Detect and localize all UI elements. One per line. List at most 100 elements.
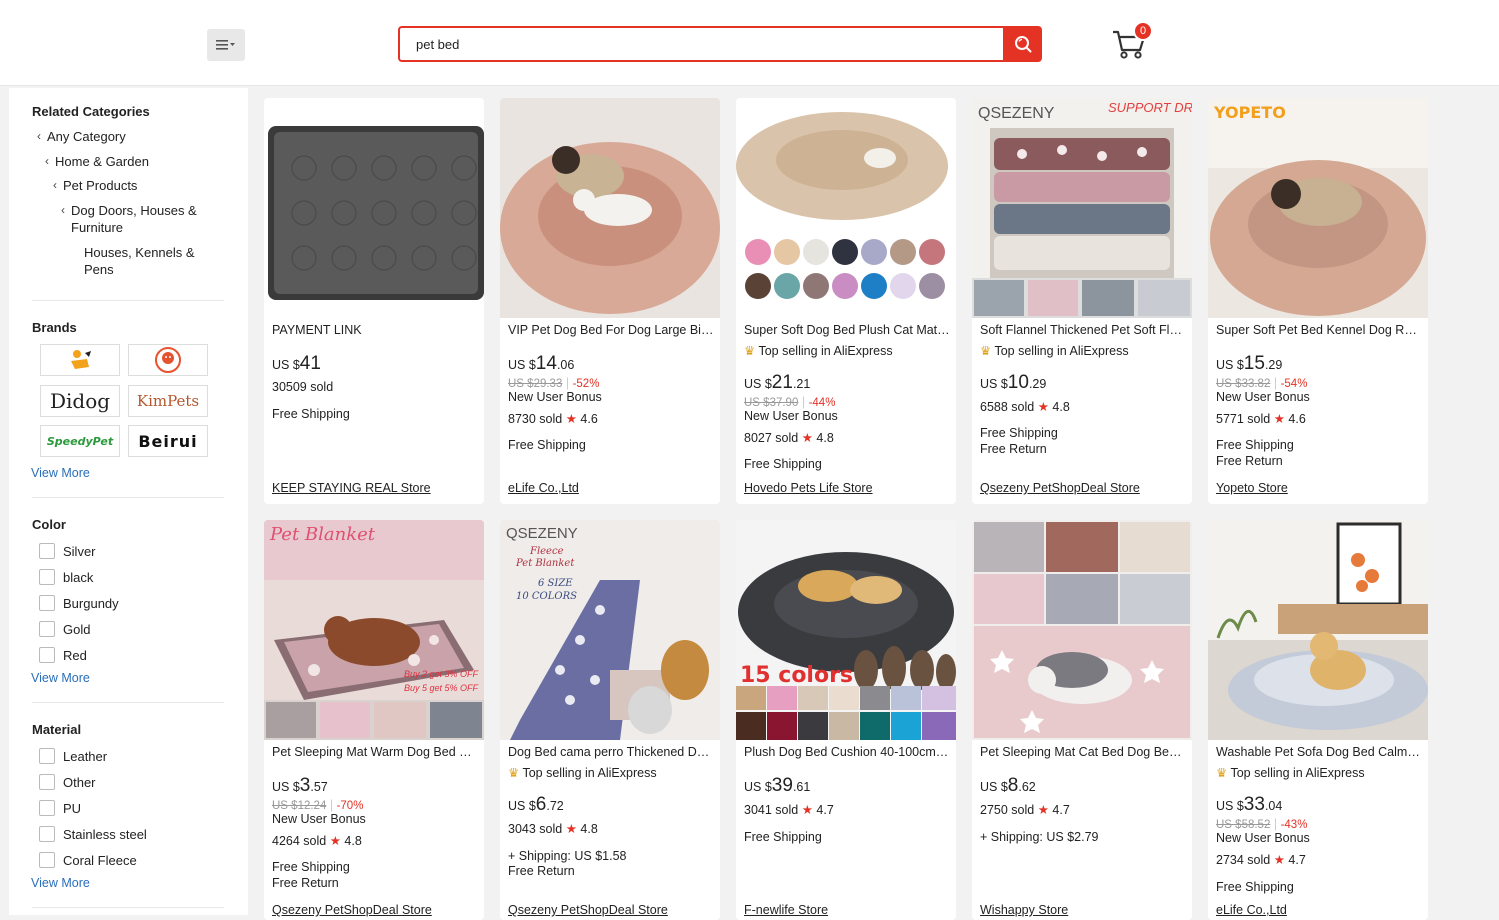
product-title[interactable]: Plush Dog Bed Cushion 40-100cm Round Pet…: [744, 745, 950, 759]
product-card[interactable]: YOPETO Super Soft Pet Bed Kennel Dog Rou…: [1208, 98, 1428, 504]
product-image[interactable]: [500, 98, 720, 318]
sold-and-rating: 5771 sold ★ 4.6: [1216, 412, 1306, 426]
product-card[interactable]: QSEZENY SUPPORT DROPSHIPPING Soft Flanne…: [972, 98, 1192, 504]
product-card[interactable]: Washable Pet Sofa Dog Bed Calming Bed Fo…: [1208, 520, 1428, 920]
store-link[interactable]: eLife Co.,Ltd: [508, 481, 714, 495]
product-image[interactable]: 15 colors: [736, 520, 956, 740]
star-icon: ★: [1037, 400, 1049, 414]
product-title[interactable]: PAYMENT LINK: [272, 323, 478, 337]
product-price: US $21.21: [744, 372, 811, 393]
original-price: US $37.90 | -44%: [744, 395, 836, 409]
star-icon: ★: [1037, 803, 1049, 817]
category-menu-button[interactable]: [207, 29, 245, 61]
star-icon: ★: [565, 412, 577, 426]
brand-speedypet[interactable]: SpeedyPet: [40, 425, 120, 457]
svg-text:10 COLORS: 10 COLORS: [516, 591, 577, 602]
brand-kimpets[interactable]: KimPets: [128, 385, 208, 417]
material-option-other[interactable]: Other: [39, 774, 96, 790]
brand-yopeto[interactable]: [40, 344, 120, 376]
svg-text:Fleece: Fleece: [529, 546, 564, 557]
brand-didog[interactable]: Didog: [40, 385, 120, 417]
category-any[interactable]: ‹ Any Category: [37, 128, 126, 145]
category-dog-doors[interactable]: ‹ Dog Doors, Houses & Furniture: [61, 202, 221, 236]
original-price: US $29.33 | -52%: [508, 376, 600, 390]
store-link[interactable]: Qsezeny PetShopDeal Store: [980, 481, 1186, 495]
color-option-red[interactable]: Red: [39, 647, 87, 663]
category-houses-kennels[interactable]: Houses, Kennels & Pens: [84, 244, 224, 278]
product-card[interactable]: Pet Sleeping Mat Cat Bed Dog Bed Blanket…: [972, 520, 1192, 920]
product-title[interactable]: Washable Pet Sofa Dog Bed Calming Bed Fo…: [1216, 745, 1422, 759]
star-icon: ★: [1273, 853, 1285, 867]
color-option-burgundy[interactable]: Burgundy: [39, 595, 119, 611]
material-option-pu[interactable]: PU: [39, 800, 81, 816]
checkbox[interactable]: [39, 621, 55, 637]
checkbox[interactable]: [39, 569, 55, 585]
brand-beirui[interactable]: Beirui: [128, 425, 208, 457]
product-title[interactable]: Dog Bed cama perro Thickened Dog Blanket…: [508, 745, 714, 759]
material-option-leather[interactable]: Leather: [39, 748, 107, 764]
chevron-left-icon: ‹: [37, 129, 41, 143]
sold-and-rating: 3043 sold ★ 4.8: [508, 822, 598, 836]
top-selling-badge: ♛ Top selling in AliExpress: [508, 766, 657, 780]
category-pet-products[interactable]: ‹ Pet Products: [53, 177, 137, 194]
product-image[interactable]: [736, 98, 956, 318]
material-view-more-link[interactable]: View More: [31, 876, 90, 890]
product-card[interactable]: Super Soft Dog Bed Plush Cat Mat Dog Bed…: [736, 98, 956, 504]
return-info: Free Return: [980, 442, 1047, 456]
checkbox[interactable]: [39, 774, 55, 790]
sold-and-rating: 2750 sold ★ 4.7: [980, 803, 1070, 817]
store-link[interactable]: Yopeto Store: [1216, 481, 1422, 495]
product-title[interactable]: Pet Sleeping Mat Warm Dog Bed Soft Fleec…: [272, 745, 478, 759]
brands-view-more-link[interactable]: View More: [31, 466, 90, 480]
divider: [32, 907, 224, 908]
store-link[interactable]: KEEP STAYING REAL Store: [272, 481, 478, 495]
category-home-garden[interactable]: ‹ Home & Garden: [45, 153, 149, 170]
product-image[interactable]: QSEZENY Fleece Pet Blanket 6 SIZE 10 COL…: [500, 520, 720, 740]
checkbox[interactable]: [39, 826, 55, 842]
checkbox[interactable]: [39, 748, 55, 764]
return-info: Free Return: [1216, 454, 1283, 468]
checkbox[interactable]: [39, 800, 55, 816]
product-card[interactable]: QSEZENY Fleece Pet Blanket 6 SIZE 10 COL…: [500, 520, 720, 920]
svg-text:YOPETO: YOPETO: [1213, 103, 1286, 122]
product-title[interactable]: Soft Flannel Thickened Pet Soft Fleece P…: [980, 323, 1186, 337]
product-image[interactable]: Pet Blanket Buy 2 get 3% OFF Buy 5 get 5…: [264, 520, 484, 740]
product-image[interactable]: [972, 520, 1192, 740]
shipping-info: Free Shipping: [272, 860, 350, 874]
shipping-info: Free Shipping: [1216, 880, 1294, 894]
color-option-gold[interactable]: Gold: [39, 621, 90, 637]
material-option-stainless-steel[interactable]: Stainless steel: [39, 826, 147, 842]
product-price: US $8.62: [980, 775, 1036, 796]
product-title[interactable]: Pet Sleeping Mat Cat Bed Dog Bed Blanket…: [980, 745, 1186, 759]
store-link[interactable]: Hovedo Pets Life Store: [744, 481, 950, 495]
chevron-left-icon: ‹: [61, 203, 65, 217]
checkbox[interactable]: [39, 595, 55, 611]
product-image[interactable]: YOPETO: [1208, 98, 1428, 318]
brand-pet-animal[interactable]: [128, 344, 208, 376]
shipping-info: Free Shipping: [744, 457, 822, 471]
product-image[interactable]: QSEZENY SUPPORT DROPSHIPPING: [972, 98, 1192, 318]
color-option-black[interactable]: black: [39, 569, 93, 585]
material-option-coral-fleece[interactable]: Coral Fleece: [39, 852, 137, 868]
product-image[interactable]: [264, 98, 484, 318]
new-user-bonus: New User Bonus: [272, 812, 366, 826]
checkbox[interactable]: [39, 852, 55, 868]
product-title[interactable]: VIP Pet Dog Bed For Dog Large Big Cat Ho…: [508, 323, 714, 337]
product-title[interactable]: Super Soft Pet Bed Kennel Dog Round Cat …: [1216, 323, 1422, 337]
search-button[interactable]: [1003, 26, 1042, 62]
color-view-more-link[interactable]: View More: [31, 671, 90, 685]
cart-count-badge: 0: [1133, 21, 1153, 41]
color-option-silver[interactable]: Silver: [39, 543, 96, 559]
divider: [32, 497, 224, 498]
checkbox[interactable]: [39, 543, 55, 559]
search-input[interactable]: [400, 28, 1004, 60]
product-card[interactable]: Pet Blanket Buy 2 get 3% OFF Buy 5 get 5…: [264, 520, 484, 920]
original-price: US $33.82 | -54%: [1216, 376, 1308, 390]
product-card[interactable]: VIP Pet Dog Bed For Dog Large Big Cat Ho…: [500, 98, 720, 504]
product-card[interactable]: 15 colors Plush Dog Bed Cushion 40-100cm…: [736, 520, 956, 920]
product-title[interactable]: Super Soft Dog Bed Plush Cat Mat Dog Bed…: [744, 323, 950, 337]
product-image[interactable]: [1208, 520, 1428, 740]
crown-icon: ♛: [744, 344, 756, 358]
product-card[interactable]: PAYMENT LINK US $41 30509 sold Free Ship…: [264, 98, 484, 504]
checkbox[interactable]: [39, 647, 55, 663]
